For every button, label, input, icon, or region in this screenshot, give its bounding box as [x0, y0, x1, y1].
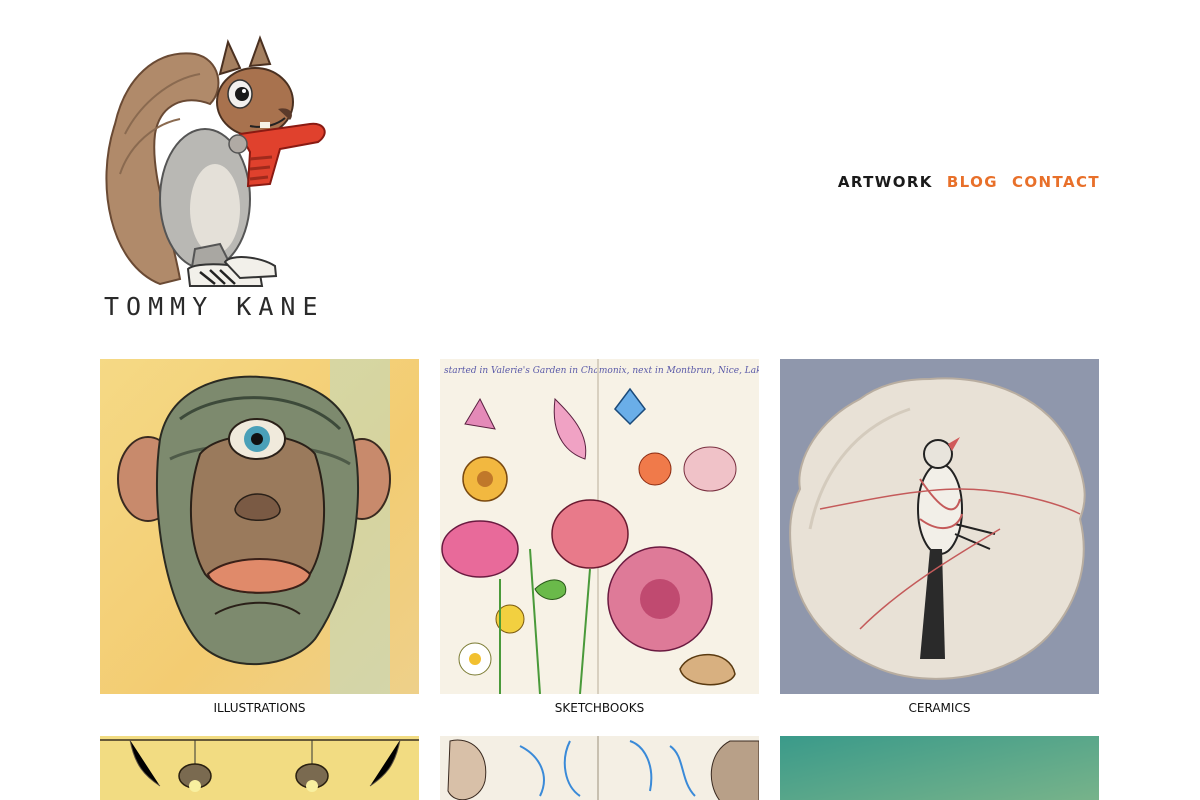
- portrait-sketches-image: [440, 736, 759, 800]
- gallery-grid: ILLUSTRATIONS started in Valerie's Garde…: [100, 359, 1100, 800]
- sketchbooks-thumbnail: started in Valerie's Garden in Chamonix,…: [440, 359, 759, 694]
- gallery-item-5[interactable]: [440, 736, 759, 800]
- flower-garden-image: started in Valerie's Garden in Chamonix,…: [440, 359, 759, 694]
- nav-artwork[interactable]: ARTWORK: [838, 172, 933, 192]
- bird-plate-image: [780, 359, 1099, 694]
- cyclops-chimp-image: [100, 359, 419, 694]
- gallery-item-sketchbooks[interactable]: started in Valerie's Garden in Chamonix,…: [440, 359, 759, 736]
- gallery-caption: SKETCHBOOKS: [554, 701, 645, 715]
- page: TOMMY KANE ARTWORK BLOG CONTACT ILLUSTRA…: [0, 0, 1200, 800]
- gallery-caption: ILLUSTRATIONS: [213, 701, 306, 715]
- teal-painting-thumbnail: [780, 736, 1099, 800]
- site-logo[interactable]: TOMMY KANE: [100, 34, 335, 324]
- illustrations-thumbnail: [100, 359, 419, 694]
- nav-blog[interactable]: BLOG: [947, 172, 998, 192]
- site-name: TOMMY KANE: [104, 292, 325, 321]
- gallery-item-6[interactable]: [780, 736, 1099, 800]
- portrait-sketches-thumbnail: [440, 736, 759, 800]
- main-nav: ARTWORK BLOG CONTACT: [838, 172, 1100, 192]
- sketch-handwriting: started in Valerie's Garden in Chamonix,…: [444, 366, 759, 376]
- hanging-lamps-image: [100, 736, 419, 800]
- squirrel-logo-illustration: [105, 35, 326, 287]
- hanging-lamps-thumbnail: [100, 736, 419, 800]
- gallery-caption: CERAMICS: [908, 701, 971, 715]
- gallery-item-illustrations[interactable]: ILLUSTRATIONS: [100, 359, 419, 736]
- teal-painting-image: [780, 736, 1099, 800]
- gallery-item-ceramics[interactable]: CERAMICS: [780, 359, 1099, 736]
- ceramics-thumbnail: [780, 359, 1099, 694]
- gallery-item-4[interactable]: [100, 736, 419, 800]
- nav-contact[interactable]: CONTACT: [1012, 172, 1100, 192]
